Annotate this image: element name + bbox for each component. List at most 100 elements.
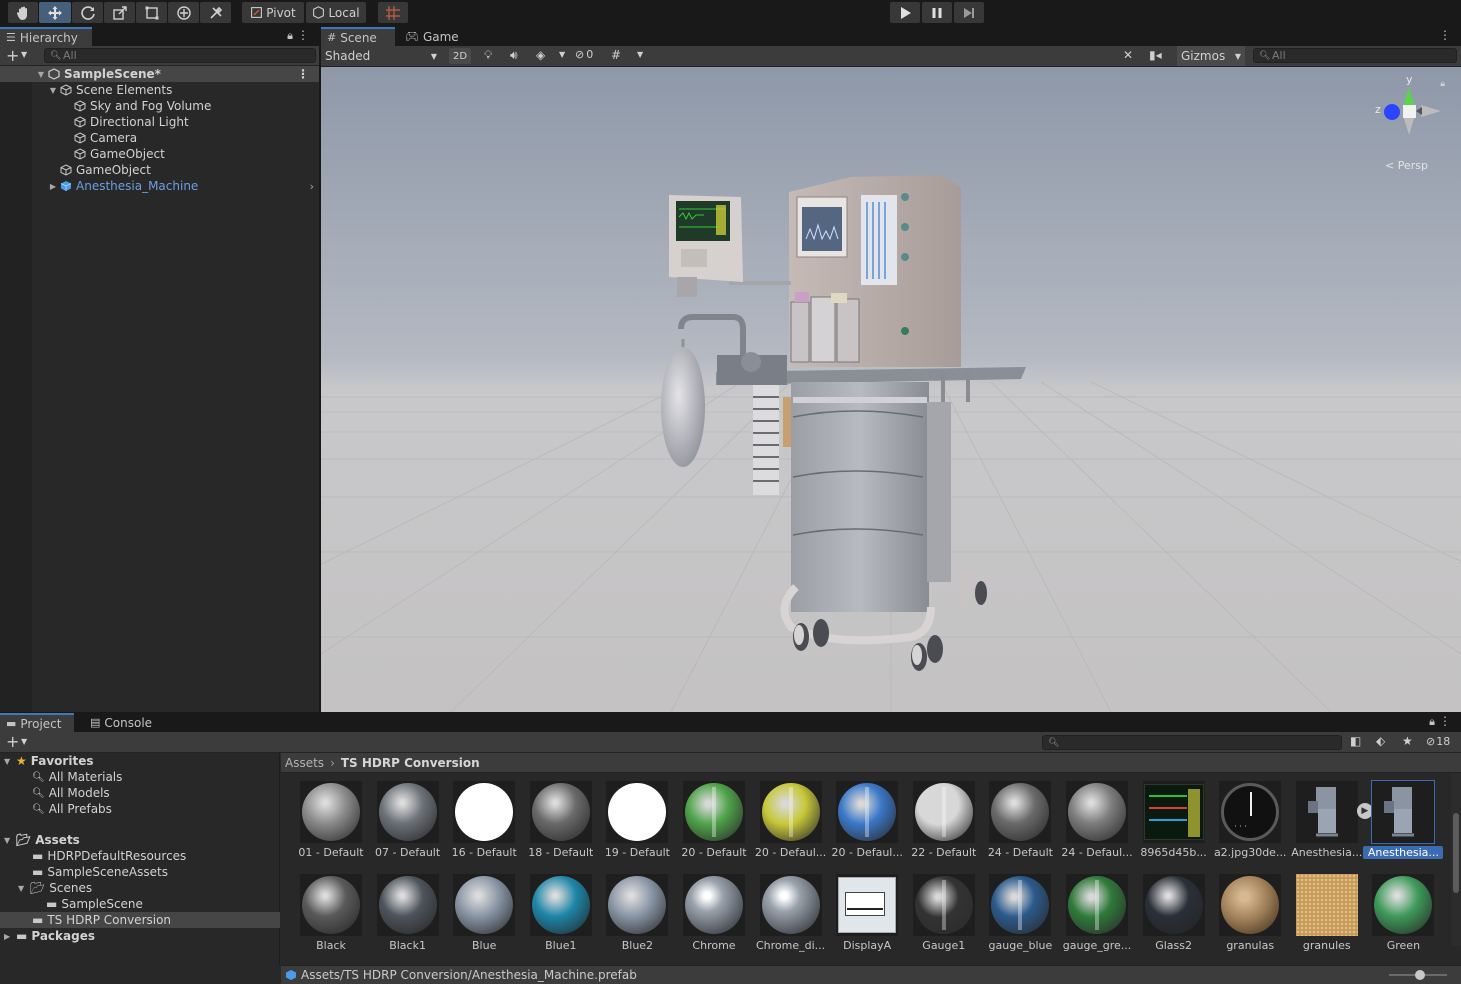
grid-dropdown-icon[interactable]: ▼ [637, 50, 643, 59]
tab-project[interactable]: ▬ Project [0, 713, 74, 732]
add-dropdown-icon[interactable]: ▼ [21, 737, 27, 746]
orientation-gizmo[interactable]: y z 🔒︎ < Persp [1371, 73, 1447, 172]
gizmo-lock-icon[interactable]: 🔒︎ [1440, 79, 1445, 89]
move-tool-button[interactable] [39, 2, 71, 23]
asset-tile[interactable]: 24 - Defaul... [1061, 781, 1133, 869]
asset-tile[interactable]: granulas [1214, 874, 1286, 962]
asset-tile[interactable]: Blue2 [601, 874, 673, 962]
asset-tile[interactable]: 16 - Default [448, 781, 520, 869]
expand-arrow-icon[interactable]: ▼ [36, 70, 46, 79]
tree-favorite-item[interactable]: 🔍︎ All Prefabs [0, 801, 280, 817]
asset-tile[interactable]: 24 - Default [984, 781, 1056, 869]
tree-folder[interactable]: ▼ 📂︎ Scenes [0, 880, 280, 896]
asset-tile[interactable]: Green [1367, 874, 1439, 962]
tools-icon[interactable]: ✕ [1123, 48, 1133, 62]
asset-tile[interactable]: DisplayA [831, 874, 903, 962]
asset-tile[interactable]: 18 - Default [525, 781, 597, 869]
hand-tool-button[interactable] [8, 2, 38, 23]
collapse-arrow-icon[interactable]: ▶ [48, 182, 58, 191]
tree-assets[interactable]: ▼ 📂︎ Assets [0, 832, 280, 848]
scale-tool-button[interactable] [104, 2, 135, 23]
audio-icon[interactable]: 🔊︎ [510, 48, 518, 63]
chevron-right-icon[interactable]: › [310, 180, 314, 193]
hierarchy-item-prefab[interactable]: ▶ Anesthesia_Machine › [0, 178, 319, 194]
asset-tile[interactable]: gauge_blue [984, 874, 1056, 962]
expand-arrow-icon[interactable]: ▼ [18, 884, 30, 893]
asset-scrollbar[interactable] [1451, 773, 1461, 946]
shading-mode-dropdown[interactable]: Shaded ▼ [321, 46, 441, 66]
breadcrumb-root[interactable]: Assets [285, 756, 324, 770]
tree-packages[interactable]: ▶ ▬ Packages [0, 928, 280, 944]
grid-snap-button[interactable] [378, 2, 408, 23]
tab-hierarchy[interactable]: ☰ Hierarchy [0, 27, 92, 46]
hidden-objects-toggle[interactable]: ⊘ 0 [575, 48, 593, 61]
filter-by-label-icon[interactable]: ⬖ [1376, 734, 1385, 748]
filter-by-type-icon[interactable]: ◧ [1350, 734, 1361, 748]
hierarchy-item[interactable]: ▼ Scene Elements [0, 82, 319, 98]
hidden-packages-toggle[interactable]: ⊘ 18 [1426, 735, 1450, 748]
asset-tile[interactable]: Gauge1 [908, 874, 980, 962]
rotate-tool-button[interactable] [72, 2, 103, 23]
tree-favorite-item[interactable]: 🔍︎ All Models [0, 785, 280, 801]
asset-tile[interactable]: · · · a2.jpg30de... [1214, 781, 1286, 869]
asset-tile[interactable]: 19 - Default [601, 781, 673, 869]
thumbnail-size-slider[interactable] [1389, 970, 1447, 980]
project-search-input[interactable]: 🔍︎ [1042, 735, 1342, 750]
asset-tile[interactable]: gauge_gre... [1061, 874, 1133, 962]
pivot-toggle[interactable]: Pivot [242, 2, 304, 23]
lighting-icon[interactable]: 💡︎ [484, 48, 492, 63]
tree-folder[interactable]: ▬ SampleSceneAssets [0, 864, 280, 880]
collapse-arrow-icon[interactable]: ▶ [4, 932, 16, 941]
hierarchy-item[interactable]: Camera [0, 130, 319, 146]
gizmos-dropdown[interactable]: Gizmos ▼ [1177, 46, 1245, 66]
step-button[interactable] [954, 2, 984, 23]
pause-button[interactable] [922, 2, 952, 23]
asset-tile[interactable]: 20 - Defaul... [831, 781, 903, 869]
scene-search-input[interactable]: 🔍︎ All [1253, 48, 1457, 63]
add-icon[interactable]: + [6, 46, 19, 65]
add-icon[interactable]: + [6, 732, 19, 752]
kebab-menu-icon[interactable]: ⋮ [297, 28, 309, 42]
hierarchy-item[interactable]: GameObject [0, 146, 319, 162]
asset-tile[interactable]: granules [1291, 874, 1363, 962]
asset-tile[interactable]: Glass2 [1138, 874, 1210, 962]
effects-dropdown-icon[interactable]: ▼ [559, 50, 565, 59]
asset-tile[interactable]: 20 - Default [678, 781, 750, 869]
tab-game[interactable]: 🎮︎ Game [399, 27, 465, 46]
hierarchy-item[interactable]: Directional Light [0, 114, 319, 130]
asset-tile[interactable]: 07 - Default [372, 781, 444, 869]
tree-folder[interactable]: ▬ SampleScene [0, 896, 280, 912]
asset-tile[interactable]: Blue [448, 874, 520, 962]
projection-toggle[interactable]: < Persp [1385, 159, 1428, 172]
slider-handle[interactable] [1415, 970, 1425, 980]
lock-icon[interactable]: 🔒︎ [287, 29, 293, 43]
transform-tool-button[interactable] [168, 2, 199, 23]
asset-tile[interactable]: Black1 [372, 874, 444, 962]
asset-tile[interactable]: 22 - Default [908, 781, 980, 869]
scene-viewport[interactable]: y z 🔒︎ < Persp [321, 67, 1461, 712]
tree-favorite-item[interactable]: 🔍︎ All Materials [0, 769, 280, 785]
asset-tile[interactable]: Chrome [678, 874, 750, 962]
asset-tile[interactable]: Blue1 [525, 874, 597, 962]
effects-icon[interactable]: ◈ [536, 48, 545, 62]
add-dropdown-icon[interactable]: ▼ [21, 50, 27, 59]
hierarchy-item[interactable]: Sky and Fog Volume [0, 98, 319, 114]
asset-tile[interactable]: Black [295, 874, 367, 962]
expand-arrow-icon[interactable]: ▼ [4, 836, 16, 845]
camera-icon[interactable]: ▮◂ [1149, 48, 1162, 62]
hierarchy-item[interactable]: GameObject [0, 162, 319, 178]
expand-arrow-icon[interactable]: ▼ [48, 86, 58, 95]
tree-folder[interactable]: ▬ HDRPDefaultResources [0, 848, 280, 864]
tab-scene[interactable]: # Scene [321, 27, 395, 46]
asset-tile[interactable]: 8965d45b... [1138, 781, 1210, 869]
kebab-menu-icon[interactable]: ⋮ [1439, 714, 1451, 728]
scene-menu-icon[interactable]: ⋮ [297, 67, 309, 81]
asset-tile[interactable]: Anesthesia... [1363, 780, 1444, 869]
favorite-star-icon[interactable]: ★ [1402, 734, 1413, 748]
breadcrumb-current[interactable]: TS HDRP Conversion [341, 756, 480, 770]
grid-toggle-icon[interactable]: # [611, 48, 621, 62]
asset-tile[interactable]: 20 - Defaul... [755, 781, 827, 869]
local-toggle[interactable]: Local [306, 2, 366, 23]
tree-folder-selected[interactable]: ▬ TS HDRP Conversion [0, 912, 280, 928]
asset-tile[interactable]: Anesthesia... [1291, 781, 1363, 869]
